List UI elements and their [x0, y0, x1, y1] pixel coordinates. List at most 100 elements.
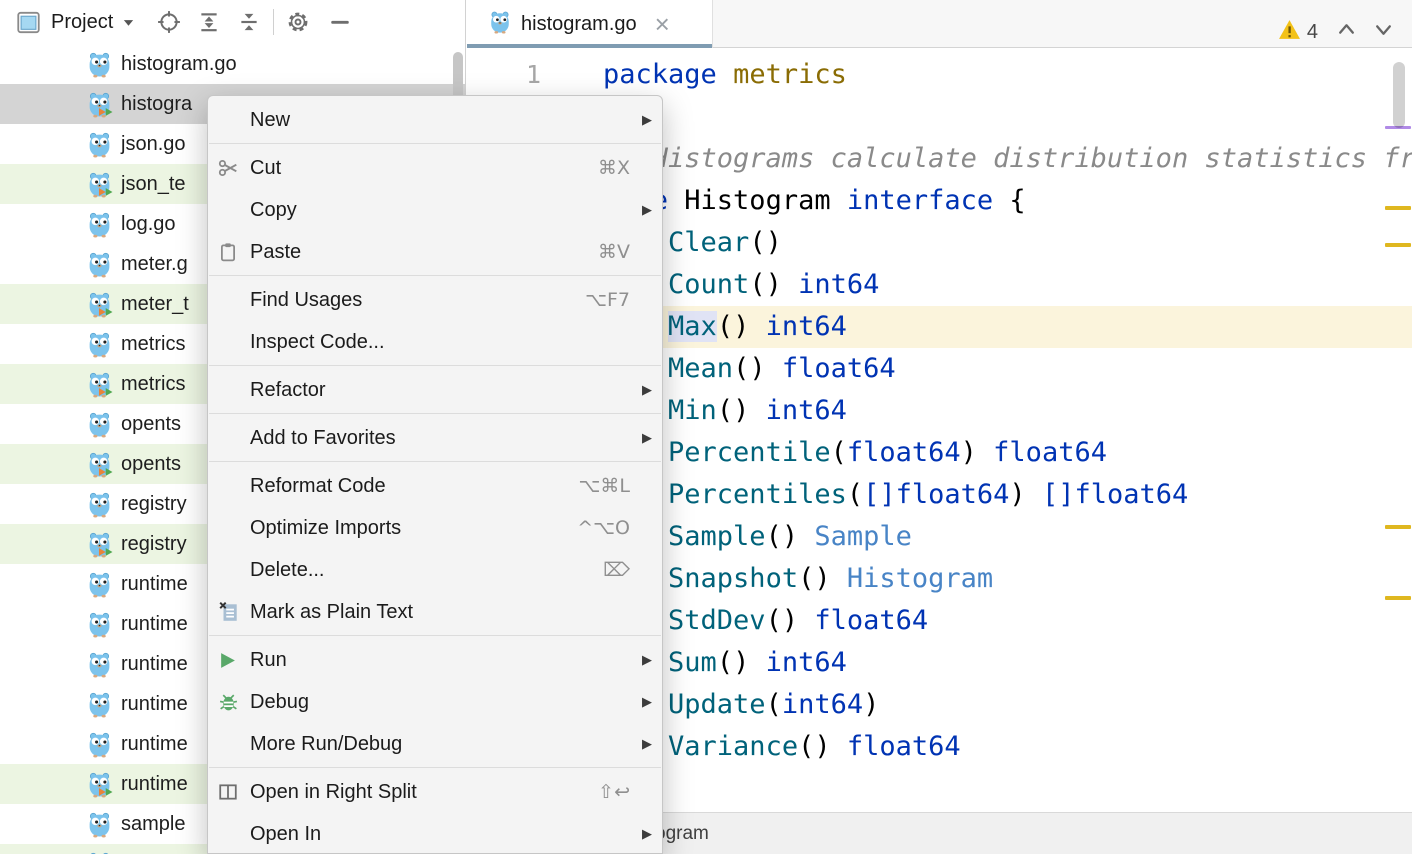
menu-item-shortcut: ⌘V: [598, 241, 630, 263]
tree-item-label: json.go: [121, 133, 186, 156]
menu-item-label: More Run/Debug: [250, 733, 402, 756]
tree-item-label: runtime: [121, 613, 188, 636]
menu-item-reformat-code[interactable]: Reformat Code ⌥⌘L: [208, 465, 662, 507]
menu-item-label: Open In: [250, 823, 321, 846]
breadcrumb-item[interactable]: ogram: [655, 823, 709, 845]
go-file-icon: [86, 131, 113, 158]
menu-item-cut[interactable]: Cut⌘X: [208, 147, 662, 189]
go-file-icon: [86, 731, 113, 758]
project-toolwindow-icon[interactable]: [14, 8, 42, 36]
code-line: Update(int64): [603, 684, 1412, 726]
code-line: Percentile(float64) float64: [603, 432, 1412, 474]
next-warning-icon[interactable]: [1373, 19, 1394, 45]
stripe-mark[interactable]: [1385, 206, 1411, 210]
warning-icon: [1278, 19, 1301, 45]
menu-item-optimize-imports[interactable]: Optimize Imports^⌥O: [208, 507, 662, 549]
cut-icon: [218, 158, 250, 178]
menu-item-open-in[interactable]: Open In▶: [208, 813, 662, 854]
menu-separator: [209, 461, 661, 462]
stripe-mark[interactable]: [1385, 525, 1411, 529]
menu-item-label: Refactor: [250, 379, 326, 402]
tree-item[interactable]: histogram.go: [0, 44, 465, 84]
menu-item-add-to-favorites[interactable]: Add to Favorites ▶: [208, 417, 662, 459]
editor-scrollbar-thumb[interactable]: [1393, 62, 1405, 128]
stripe-mark[interactable]: [1385, 243, 1411, 247]
menu-separator: [209, 635, 661, 636]
tree-item-label: histogra: [121, 93, 192, 116]
hide-panel-icon[interactable]: [326, 8, 354, 36]
menu-item-more-run-debug[interactable]: More Run/Debug▶: [208, 723, 662, 765]
menu-item-debug[interactable]: Debug▶: [208, 681, 662, 723]
submenu-arrow-icon: ▶: [636, 652, 652, 668]
tab-histogram-go[interactable]: histogram.go ×: [467, 0, 713, 48]
menu-item-inspect-code[interactable]: Inspect Code...: [208, 321, 662, 363]
tree-item-label: json_te: [121, 173, 186, 196]
submenu-arrow-icon: ▶: [636, 430, 652, 446]
toolbar-separator: [273, 9, 274, 35]
menu-item-label: Run: [250, 649, 287, 672]
go-test-file-icon: [86, 91, 113, 118]
menu-item-open-in-right-split[interactable]: Open in Right Split ⇧↩: [208, 771, 662, 813]
code-line: Max() int64: [603, 306, 1412, 348]
submenu-arrow-icon: ▶: [636, 694, 652, 710]
menu-item-label: Add to Favorites: [250, 427, 396, 450]
go-file-icon: [86, 251, 113, 278]
go-test-file-icon: [86, 531, 113, 558]
go-test-file-icon: [86, 371, 113, 398]
menu-separator: [209, 143, 661, 144]
go-file-icon: [86, 211, 113, 238]
go-file-icon: [86, 691, 113, 718]
inspection-widget: 4: [1278, 18, 1394, 46]
context-menu: New▶Cut⌘XCopy▶Paste⌘VFind Usages⌥F7Inspe…: [207, 95, 663, 854]
menu-item-label: Inspect Code...: [250, 331, 385, 354]
code-line: // Histograms calculate distribution sta…: [603, 138, 1412, 180]
code-text: package metrics // Histograms calculate d…: [603, 54, 1412, 768]
tree-item-label: histogram.go: [121, 53, 237, 76]
menu-item-shortcut: ⌦: [603, 559, 630, 581]
menu-item-copy[interactable]: Copy▶: [208, 189, 662, 231]
chevron-down-icon[interactable]: [119, 8, 137, 36]
menu-item-delete[interactable]: Delete... ⌦: [208, 549, 662, 591]
menu-item-label: Optimize Imports: [250, 517, 401, 540]
prev-warning-icon[interactable]: [1336, 19, 1357, 45]
menu-item-shortcut: ⇧↩: [598, 781, 630, 803]
code-line: package metrics: [603, 54, 1412, 96]
warning-count[interactable]: 4: [1307, 21, 1318, 44]
menu-item-label: Reformat Code: [250, 475, 386, 498]
menu-item-label: New: [250, 109, 290, 132]
tree-item-label: opents: [121, 413, 181, 436]
go-test-file-icon: [86, 171, 113, 198]
project-panel-title[interactable]: Project: [51, 11, 113, 34]
code-line: Variance() float64: [603, 726, 1412, 768]
tree-item-label: meter_t: [121, 293, 189, 316]
go-file-icon: [86, 651, 113, 678]
menu-item-find-usages[interactable]: Find Usages⌥F7: [208, 279, 662, 321]
ide-window: Project histogram.: [0, 0, 1412, 854]
menu-item-refactor[interactable]: Refactor▶: [208, 369, 662, 411]
menu-item-new[interactable]: New▶: [208, 99, 662, 141]
code-line: Count() int64: [603, 264, 1412, 306]
tab-close-icon[interactable]: ×: [655, 14, 670, 34]
go-test-file-icon: [86, 291, 113, 318]
stripe-mark[interactable]: [1385, 596, 1411, 600]
go-file-icon: [86, 411, 113, 438]
locate-file-icon[interactable]: [155, 8, 183, 36]
tree-item-label: runtime: [121, 653, 188, 676]
menu-separator: [209, 275, 661, 276]
menu-item-shortcut: ⌘X: [598, 157, 630, 179]
menu-item-shortcut: ⌥⌘L: [579, 475, 630, 497]
expand-all-icon[interactable]: [195, 8, 223, 36]
go-test-file-icon: [86, 451, 113, 478]
run-icon: [218, 651, 250, 670]
menu-separator: [209, 413, 661, 414]
go-test-file-icon: [86, 771, 113, 798]
menu-item-label: Open in Right Split: [250, 781, 417, 804]
menu-item-paste[interactable]: Paste⌘V: [208, 231, 662, 273]
go-file-icon: [86, 331, 113, 358]
menu-item-label: Delete...: [250, 559, 324, 582]
settings-gear-icon[interactable]: [284, 8, 312, 36]
menu-separator: [209, 365, 661, 366]
menu-item-mark-as-plain-text[interactable]: Mark as Plain Text: [208, 591, 662, 633]
menu-item-run[interactable]: Run ▶: [208, 639, 662, 681]
collapse-all-icon[interactable]: [235, 8, 263, 36]
